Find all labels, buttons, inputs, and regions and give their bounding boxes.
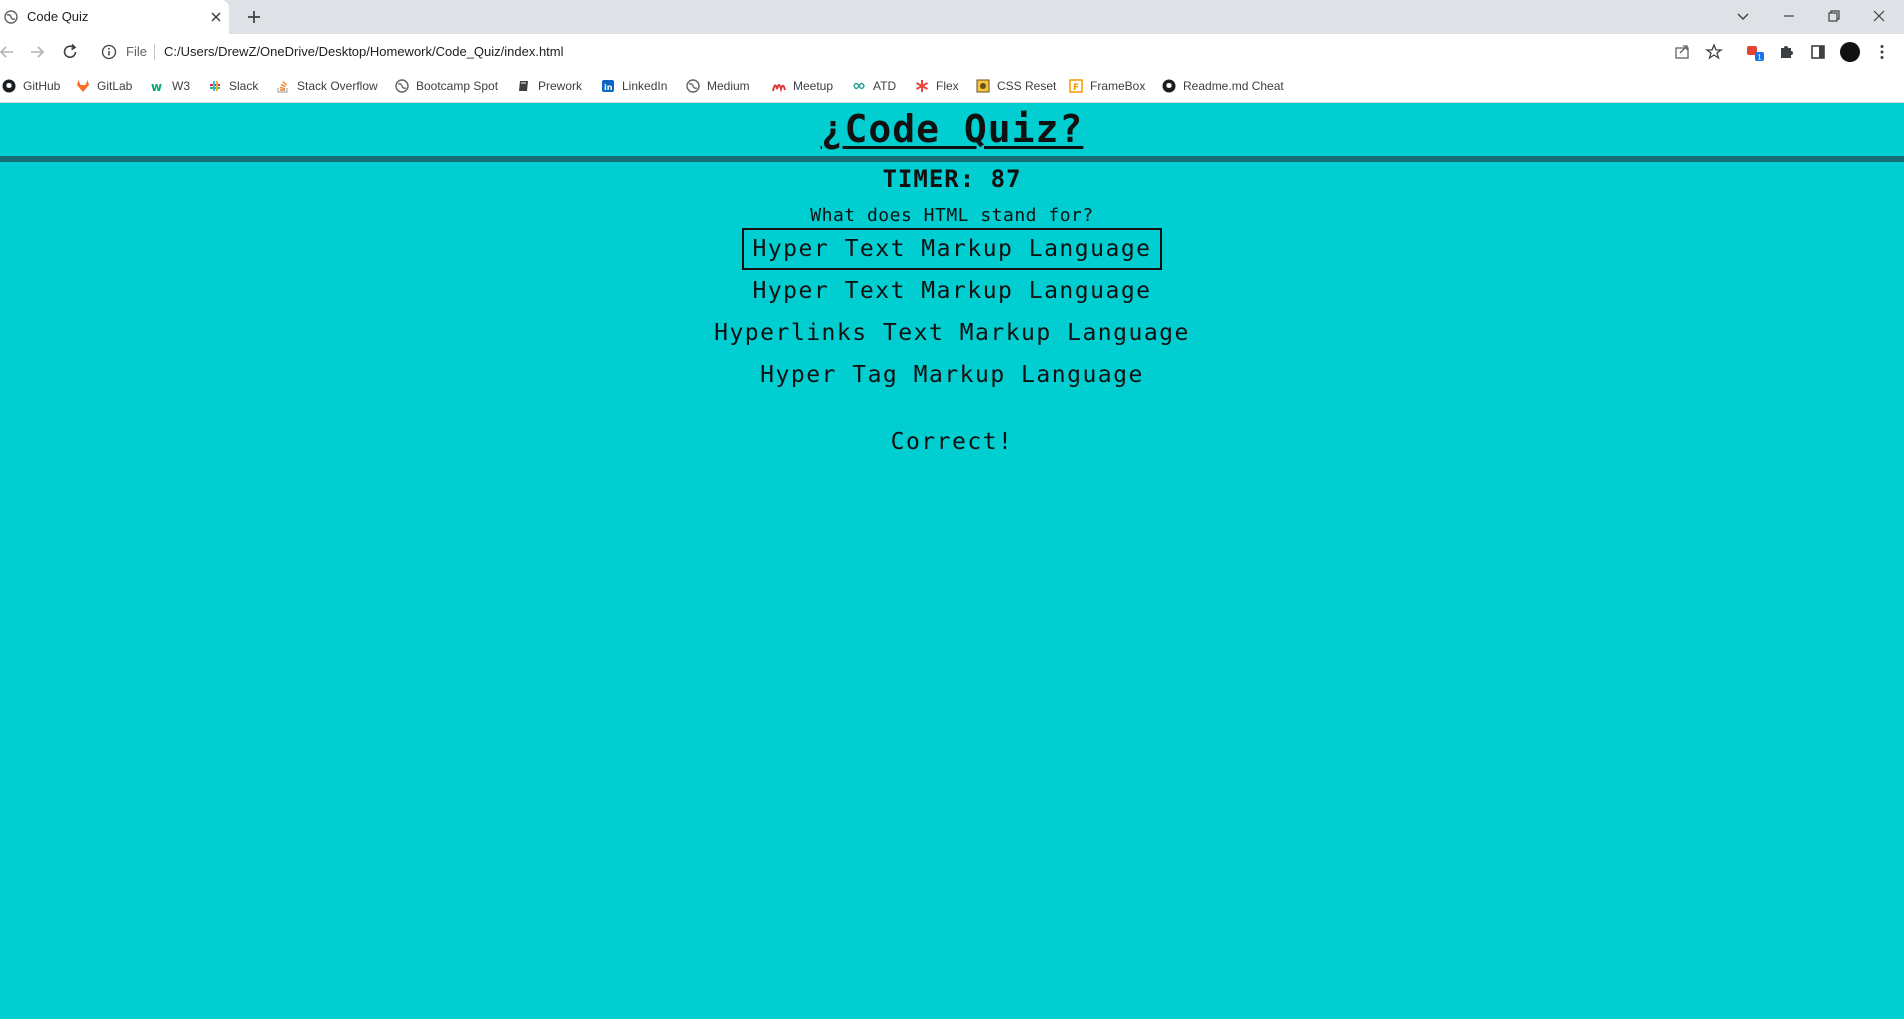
share-icon[interactable]	[1672, 42, 1692, 62]
bookmark-atd[interactable]: ATD	[852, 76, 896, 96]
asterisk-icon	[916, 80, 928, 92]
tab-code-quiz[interactable]: Code Quiz	[0, 0, 229, 34]
bookmark-label: FrameBox	[1090, 79, 1146, 93]
address-bar[interactable]: File C:/Users/DrewZ/OneDrive/Desktop/Hom…	[93, 37, 1723, 67]
bookmark-css-reset[interactable]: CSS Reset	[976, 76, 1056, 96]
restore-icon[interactable]	[1824, 6, 1844, 26]
answer-list: Hyper Text Markup Language Hyper Text Ma…	[0, 228, 1904, 396]
css-reset-icon	[976, 79, 990, 93]
bookmark-github[interactable]: GitHub	[2, 76, 60, 96]
bookmark-label: LinkedIn	[622, 79, 668, 93]
close-icon[interactable]	[208, 9, 224, 25]
profile-avatar[interactable]	[1840, 42, 1860, 62]
bookmark-framebox[interactable]: F FrameBox	[1069, 76, 1145, 96]
slack-icon	[210, 81, 220, 91]
bookmark-readme-cheat[interactable]: Readme.md Cheat	[1162, 76, 1284, 96]
bookmark-prework[interactable]: Prework	[517, 76, 582, 96]
bookmark-label: Stack Overflow	[297, 79, 378, 93]
tab-search-icon[interactable]	[1733, 6, 1753, 26]
svg-text:1: 1	[1757, 54, 1761, 62]
forward-icon[interactable]	[27, 42, 47, 62]
reload-icon[interactable]	[60, 42, 80, 62]
bookmark-label: GitHub	[23, 79, 61, 93]
bookmark-bootcamp-spot[interactable]: Bootcamp Spot	[395, 76, 498, 96]
github-icon	[2, 79, 16, 93]
tab-strip: Code Quiz	[0, 0, 1904, 34]
gitlab-icon	[77, 80, 89, 92]
infinity-icon	[853, 82, 865, 90]
meetup-icon	[772, 84, 786, 93]
side-panel-icon[interactable]	[1808, 42, 1828, 62]
bookmark-label: W3	[172, 79, 190, 93]
bookmark-stack-overflow[interactable]: Stack Overflow	[276, 76, 378, 96]
page-header: ¿Code Quiz?	[0, 103, 1904, 155]
svg-text:F: F	[1073, 83, 1079, 93]
linkedin-icon: in	[602, 80, 614, 92]
github-icon	[1162, 79, 1176, 93]
bookmark-label: Medium	[707, 79, 750, 93]
tab-title: Code Quiz	[27, 9, 89, 24]
bookmark-label: Bootcamp Spot	[416, 79, 499, 93]
new-tab-icon[interactable]	[244, 7, 264, 27]
answer-button-1[interactable]: Hyper Text Markup Language	[742, 228, 1162, 270]
bookmark-slack[interactable]: Slack	[208, 76, 258, 96]
answer-button-2[interactable]: Hyper Text Markup Language	[742, 270, 1161, 312]
minimize-icon[interactable]	[1779, 6, 1799, 26]
timer-display: TIMER: 87	[882, 165, 1022, 193]
bookmark-medium[interactable]: Medium	[686, 76, 750, 96]
bookmark-label: CSS Reset	[997, 79, 1057, 93]
bookmarks-bar: GitHub GitLab w W3 Slack Stack Overflow …	[0, 70, 1904, 103]
bookmark-label: Meetup	[793, 79, 834, 93]
framebox-icon: F	[1069, 79, 1083, 93]
quiz-page: ¿Code Quiz? TIMER: 87 What does HTML sta…	[0, 103, 1904, 1019]
info-icon[interactable]	[101, 44, 117, 60]
svg-text:in: in	[604, 83, 613, 92]
address-separator	[154, 44, 155, 60]
globe-icon	[686, 79, 700, 93]
bookmark-linkedin[interactable]: in LinkedIn	[601, 76, 667, 96]
bookmark-gitlab[interactable]: GitLab	[76, 76, 132, 96]
browser-window: Code Quiz File C:/Users/DrewZ/OneDrive/D…	[0, 0, 1904, 1019]
stack-overflow-icon	[277, 81, 288, 93]
answer-button-3[interactable]: Hyperlinks Text Markup Language	[704, 312, 1200, 354]
question-text: What does HTML stand for?	[810, 205, 1094, 226]
globe-icon	[395, 79, 409, 93]
header-divider	[0, 156, 1904, 162]
svg-text:w: w	[151, 80, 162, 93]
bookmark-label: GitLab	[97, 79, 133, 93]
w3-icon: w	[151, 80, 162, 93]
bookmark-label: ATD	[873, 79, 897, 93]
bookmark-label: Slack	[229, 79, 259, 93]
globe-icon	[4, 10, 18, 24]
back-icon[interactable]	[0, 42, 17, 62]
answer-button-4[interactable]: Hyper Tag Markup Language	[750, 354, 1154, 396]
bookmark-meetup[interactable]: Meetup	[772, 76, 833, 96]
browser-toolbar: File C:/Users/DrewZ/OneDrive/Desktop/Hom…	[0, 34, 1904, 70]
bookmark-label: Flex	[936, 79, 959, 93]
url-text[interactable]: C:/Users/DrewZ/OneDrive/Desktop/Homework…	[164, 44, 564, 59]
extensions-puzzle-icon[interactable]	[1776, 42, 1796, 62]
scheme-label: File	[126, 44, 147, 59]
window-close-icon[interactable]	[1869, 6, 1889, 26]
bookmark-flex[interactable]: Flex	[915, 76, 959, 96]
bookmark-w3[interactable]: w W3	[151, 76, 190, 96]
extension-badge-icon[interactable]: 1	[1745, 42, 1765, 62]
answer-feedback: Correct!	[890, 429, 1014, 455]
bookmark-label: Readme.md Cheat	[1183, 79, 1284, 93]
book-icon	[519, 81, 528, 91]
bookmark-label: Prework	[538, 79, 583, 93]
page-title: ¿Code Quiz?	[820, 107, 1084, 151]
bookmark-star-icon[interactable]	[1704, 42, 1724, 62]
menu-kebab-icon[interactable]	[1872, 42, 1892, 62]
